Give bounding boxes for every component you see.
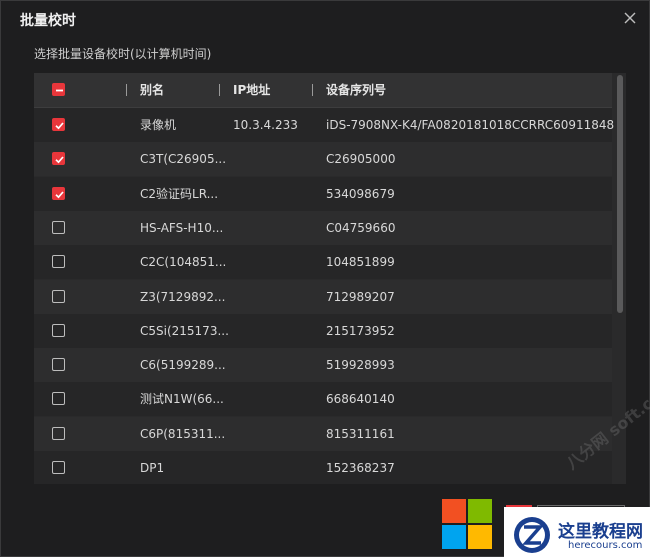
column-divider xyxy=(219,84,220,96)
watermark-site-url: herecours.com xyxy=(568,540,643,551)
table-row[interactable]: Z3(7129892... 712989207 xyxy=(34,279,612,314)
row-checkbox[interactable] xyxy=(52,118,65,131)
table-row[interactable]: DP1 152368237 xyxy=(34,451,612,484)
cell-serial: 534098679 xyxy=(326,186,395,201)
column-header-serial[interactable]: 设备序列号 xyxy=(326,73,386,107)
cell-serial: 152368237 xyxy=(326,461,395,475)
table-row[interactable]: C5Si(215173... 215173952 xyxy=(34,313,612,348)
table-row[interactable]: C2C(104851... 104851899 xyxy=(34,245,612,280)
cell-serial: C26905000 xyxy=(326,152,396,167)
cell-alias: 测试N1W(66... xyxy=(140,392,224,407)
table-header: 别名 IP地址 设备序列号 xyxy=(34,73,612,108)
column-header-alias[interactable]: 别名 xyxy=(140,73,164,107)
cell-serial: 215173952 xyxy=(326,323,395,338)
cell-alias: 录像机 xyxy=(140,118,177,132)
cell-serial: 104851899 xyxy=(326,255,395,270)
cell-alias: C6(5199289... xyxy=(140,358,226,373)
table-row[interactable]: C6P(815311... 815311161 xyxy=(34,416,612,451)
check-icon xyxy=(55,122,64,130)
row-checkbox[interactable] xyxy=(52,152,65,166)
table-row[interactable]: C2验证码LR... 534098679 xyxy=(34,176,612,211)
row-checkbox[interactable] xyxy=(52,220,65,234)
row-checkbox[interactable] xyxy=(52,186,65,200)
batch-time-sync-dialog: 批量校时 选择批量设备校时(以计算机时间) 别名 IP地址 设备序列号 录像机 1… xyxy=(0,0,650,557)
row-checkbox[interactable] xyxy=(52,289,65,303)
row-checkbox[interactable] xyxy=(52,426,65,440)
device-table: 别名 IP地址 设备序列号 录像机 10.3.4.233 iDS-7908NX-K4… xyxy=(34,73,626,484)
cell-serial: 712989207 xyxy=(326,289,395,304)
table-row[interactable]: C3T(C26905... C26905000 xyxy=(34,142,612,177)
scrollbar-thumb[interactable] xyxy=(617,75,623,313)
row-checkbox[interactable] xyxy=(52,323,65,337)
column-header-ip[interactable]: IP地址 xyxy=(233,73,270,107)
row-checkbox[interactable] xyxy=(52,461,65,474)
row-checkbox[interactable] xyxy=(52,392,65,406)
cell-serial: 815311161 xyxy=(326,426,395,441)
cell-alias: C2C(104851... xyxy=(140,255,227,270)
table-row[interactable]: 测试N1W(66... 668640140 xyxy=(34,382,612,417)
cell-ip: 10.3.4.233 xyxy=(233,118,298,132)
check-icon xyxy=(55,156,64,164)
column-divider xyxy=(126,84,127,96)
table-row[interactable]: HS-AFS-H10... C04759660 xyxy=(34,210,612,245)
table-row[interactable]: 录像机 10.3.4.233 iDS-7908NX-K4/FA0820181018C… xyxy=(34,108,626,142)
cell-serial: C04759660 xyxy=(326,220,396,235)
check-icon xyxy=(55,191,64,199)
cell-alias: DP1 xyxy=(140,461,165,475)
cell-alias: HS-AFS-H10... xyxy=(140,220,224,235)
cell-serial: iDS-7908NX-K4/FA0820181018CCRRC60911848W… xyxy=(326,118,626,132)
select-all-checkbox[interactable] xyxy=(52,83,65,96)
cell-alias: C6P(815311... xyxy=(140,426,226,441)
cell-serial: 668640140 xyxy=(326,392,395,407)
close-icon[interactable] xyxy=(621,9,639,27)
row-checkbox[interactable] xyxy=(52,255,65,269)
cell-alias: C5Si(215173... xyxy=(140,323,229,338)
column-divider xyxy=(312,84,313,96)
dialog-title: 批量校时 xyxy=(20,13,76,29)
cell-alias: C3T(C26905... xyxy=(140,152,227,167)
cell-serial: 519928993 xyxy=(326,358,395,373)
row-checkbox[interactable] xyxy=(52,358,65,372)
table-row[interactable]: C6(5199289... 519928993 xyxy=(34,348,612,383)
cell-alias: Z3(7129892... xyxy=(140,289,226,304)
dialog-subtitle: 选择批量设备校时(以计算机时间) xyxy=(34,47,212,61)
watermark-site-title: 这里教程网 xyxy=(558,522,643,542)
cell-alias: C2验证码LR... xyxy=(140,186,219,201)
